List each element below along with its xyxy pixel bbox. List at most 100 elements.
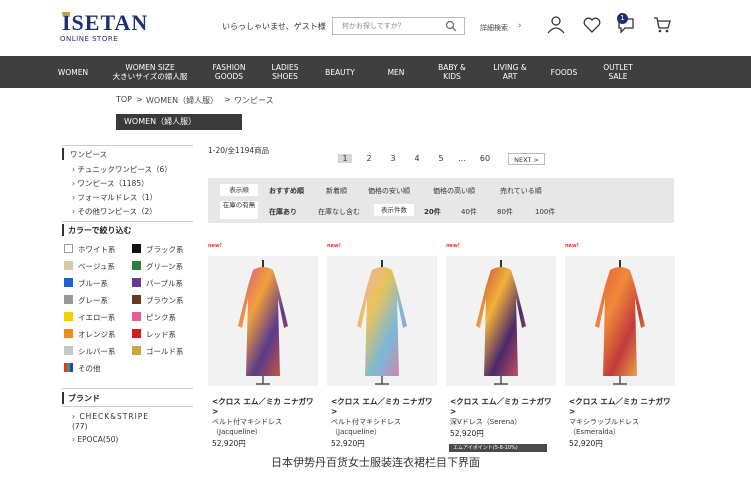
color-label[interactable]: レッド系 (146, 329, 176, 340)
color-swatch-icon[interactable] (132, 329, 141, 338)
breadcrumb-separator: > (136, 95, 143, 104)
color-label[interactable]: パープル系 (146, 278, 183, 289)
nav-item-foods[interactable]: FOODS (540, 56, 588, 88)
dress-image-icon (357, 260, 407, 385)
color-swatch-icon[interactable] (64, 295, 73, 304)
page-link[interactable]: 5 (434, 154, 448, 163)
color-label[interactable]: ゴールド系 (146, 346, 184, 357)
product-image[interactable] (327, 256, 437, 386)
welcome-text: いらっしゃいませ、ゲスト様 (222, 22, 326, 31)
product-name[interactable]: ベルト付マキシドレス（Jacqueline） (212, 417, 316, 437)
next-page-button[interactable]: NEXT > (508, 153, 545, 165)
product-name[interactable]: ベルト付マキシドレス（Jacqueline） (331, 417, 435, 437)
color-swatch-icon[interactable] (132, 346, 141, 355)
sort-label: 表示順 (220, 184, 258, 196)
per-page-option[interactable]: 100件 (535, 207, 555, 217)
product-image[interactable] (565, 256, 675, 386)
dress-image-icon (595, 260, 645, 385)
brand-item[interactable]: › CHECK&STRIPE (72, 412, 149, 421)
cart-icon[interactable] (652, 15, 672, 35)
per-page-option[interactable]: 80件 (497, 207, 513, 217)
product-image[interactable] (208, 256, 318, 386)
sidebar-subcategory[interactable]: › フォーマルドレス（1） (72, 192, 157, 203)
color-swatch-icon[interactable] (64, 329, 73, 338)
per-page-option[interactable]: 20件 (424, 207, 441, 217)
sort-option[interactable]: 価格の高い順 (433, 186, 475, 196)
new-badge: new! (327, 243, 341, 249)
color-swatch-icon[interactable] (132, 261, 141, 270)
product-brand[interactable]: <クロス エム／ミカ ニナガワ> (331, 397, 435, 417)
advanced-search-link[interactable]: 詳細検索 (480, 23, 508, 33)
page-link[interactable]: 1 (338, 154, 352, 163)
color-label[interactable]: オレンジ系 (78, 329, 116, 340)
breadcrumb-women[interactable]: WOMEN（婦人服） (146, 95, 218, 106)
section-marker (62, 148, 64, 160)
user-icon[interactable] (546, 15, 566, 35)
sort-option[interactable]: 価格の安い順 (368, 186, 410, 196)
sort-option[interactable]: 売れている順 (500, 186, 542, 196)
nav-item-women-size[interactable]: WOMEN SIZE 大きいサイズの婦人服 (104, 56, 196, 88)
page-link[interactable]: 60 (478, 154, 492, 163)
stock-option[interactable]: 在庫なし含む (318, 207, 360, 217)
color-swatch-icon[interactable] (64, 261, 73, 270)
color-swatch-icon[interactable] (64, 346, 73, 355)
nav-item-ladies-shoes[interactable]: LADIES SHOES (260, 56, 310, 88)
dress-image-icon (476, 260, 526, 385)
product-image[interactable] (446, 256, 556, 386)
nav-item-baby-kids[interactable]: BABY & KIDS (426, 56, 478, 88)
sort-option[interactable]: 新着順 (326, 186, 347, 196)
color-label[interactable]: その他 (78, 363, 101, 374)
color-label[interactable]: ブラック系 (146, 244, 184, 255)
color-label[interactable]: ピンク系 (146, 312, 176, 323)
product-price: 52,920円 (212, 439, 246, 448)
per-page-option[interactable]: 40件 (461, 207, 477, 217)
color-label[interactable]: グリーン系 (146, 261, 183, 272)
color-swatch-icon[interactable] (132, 278, 141, 287)
color-label[interactable]: イエロー系 (78, 312, 115, 323)
nav-item-men[interactable]: MEN (372, 56, 420, 88)
stock-option[interactable]: 在庫あり (269, 207, 297, 217)
breadcrumb-onepiece: ワンピース (234, 96, 274, 105)
color-swatch-icon[interactable] (132, 295, 141, 304)
page-link[interactable]: 4 (410, 154, 424, 163)
section-marker (62, 392, 64, 404)
color-label[interactable]: グレー系 (78, 295, 108, 306)
product-brand[interactable]: <クロス エム／ミカ ニナガワ> (569, 397, 673, 417)
product-name[interactable]: マキシラップルドレス（Esmeralda） (569, 417, 673, 437)
color-swatch-icon[interactable] (132, 312, 141, 321)
sidebar-subcategory[interactable]: › その他ワンピース（2） (72, 206, 157, 217)
nav-item-outlet-sale[interactable]: OUTLET SALE (594, 56, 642, 88)
product-name[interactable]: 深Vドレス（Serena） (450, 417, 554, 427)
page-link[interactable]: 2 (362, 154, 376, 163)
color-swatch-icon[interactable] (64, 278, 73, 287)
color-label[interactable]: シルバー系 (78, 346, 116, 357)
product-brand[interactable]: <クロス エム／ミカ ニナガワ> (212, 397, 316, 417)
color-label[interactable]: ホワイト系 (78, 244, 116, 255)
product-brand[interactable]: <クロス エム／ミカ ニナガワ> (450, 397, 554, 417)
new-badge: new! (208, 243, 222, 249)
nav-item-living-art[interactable]: LIVING & ART (484, 56, 536, 88)
sidebar-subcategory[interactable]: › チュニックワンピース（6） (72, 164, 172, 175)
color-label[interactable]: ブルー系 (78, 278, 108, 289)
brand-item[interactable]: › EPOCA(50) (72, 435, 118, 444)
divider (62, 221, 193, 222)
color-label[interactable]: ブラウン系 (146, 295, 184, 306)
heart-icon[interactable] (582, 15, 602, 35)
color-swatch-icon[interactable] (132, 244, 141, 253)
page-link[interactable]: 3 (386, 154, 400, 163)
nav-item-women[interactable]: WOMEN (48, 56, 98, 88)
sidebar-subcategory[interactable]: › ワンピース（1185） (72, 178, 149, 189)
color-label[interactable]: ベージュ系 (78, 261, 115, 272)
sort-option[interactable]: おすすめ順 (269, 186, 304, 196)
brand-count: (77) (72, 422, 88, 431)
stock-label: 在庫の有無 (220, 201, 258, 219)
search-icon[interactable] (445, 20, 457, 32)
nav-item-beauty[interactable]: BEAUTY (314, 56, 366, 88)
breadcrumb-top[interactable]: TOP (116, 95, 132, 104)
color-swatch-icon[interactable] (64, 363, 73, 372)
nav-item-fashion-goods[interactable]: FASHION GOODS (203, 56, 255, 88)
color-swatch-icon[interactable] (64, 312, 73, 321)
product-price: 52,920円 (331, 439, 365, 448)
sidebar-category-title[interactable]: ワンピース (70, 149, 107, 160)
color-swatch-icon[interactable] (64, 244, 73, 253)
